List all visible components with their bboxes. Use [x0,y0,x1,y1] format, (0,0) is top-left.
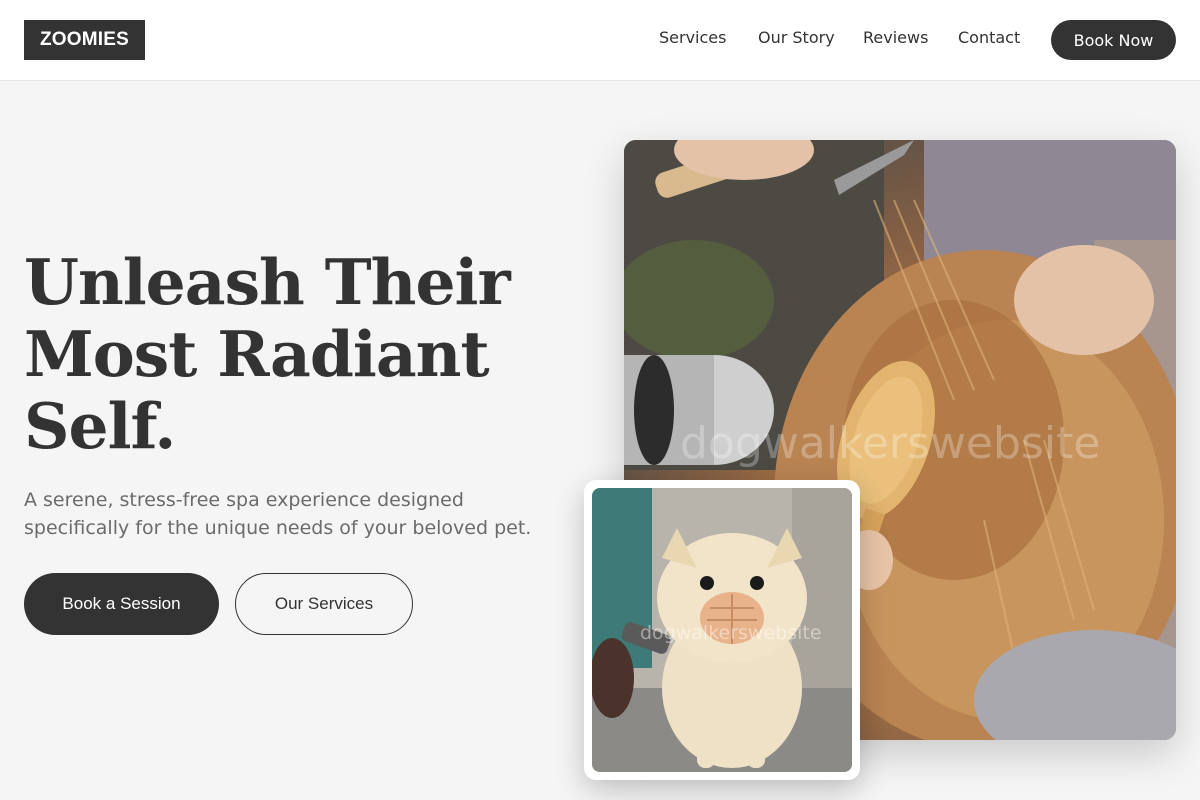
hero-subtitle-line: A serene, stress-free spa experience des… [24,489,464,511]
hero-title: Unleash Their Most Radiant Self. [24,246,584,462]
hero-subtitle-line: specifically for the unique needs of you… [24,517,532,539]
site-header: ZOOMIES Services Our Story Reviews Conta… [0,0,1200,81]
nav-link-contact[interactable]: Contact [958,28,1020,47]
logo[interactable]: ZOOMIES [24,20,145,60]
hero-title-line: Most Radiant [24,317,490,391]
book-now-button[interactable]: Book Now [1051,20,1176,60]
small-photo-watermark: dogwalkerswebsite [640,622,822,644]
hero-title-line: Self. [24,389,176,463]
main-photo-watermark: dogwalkerswebsite [680,418,1101,469]
hero-title-line: Unleash Their [24,245,511,319]
our-services-button[interactable]: Our Services [235,573,413,635]
nav-link-reviews[interactable]: Reviews [863,28,928,47]
nav-link-services[interactable]: Services [659,28,726,47]
book-session-button[interactable]: Book a Session [24,573,219,635]
nav-link-our-story[interactable]: Our Story [758,28,835,47]
hero-subtitle: A serene, stress-free spa experience des… [24,486,564,542]
